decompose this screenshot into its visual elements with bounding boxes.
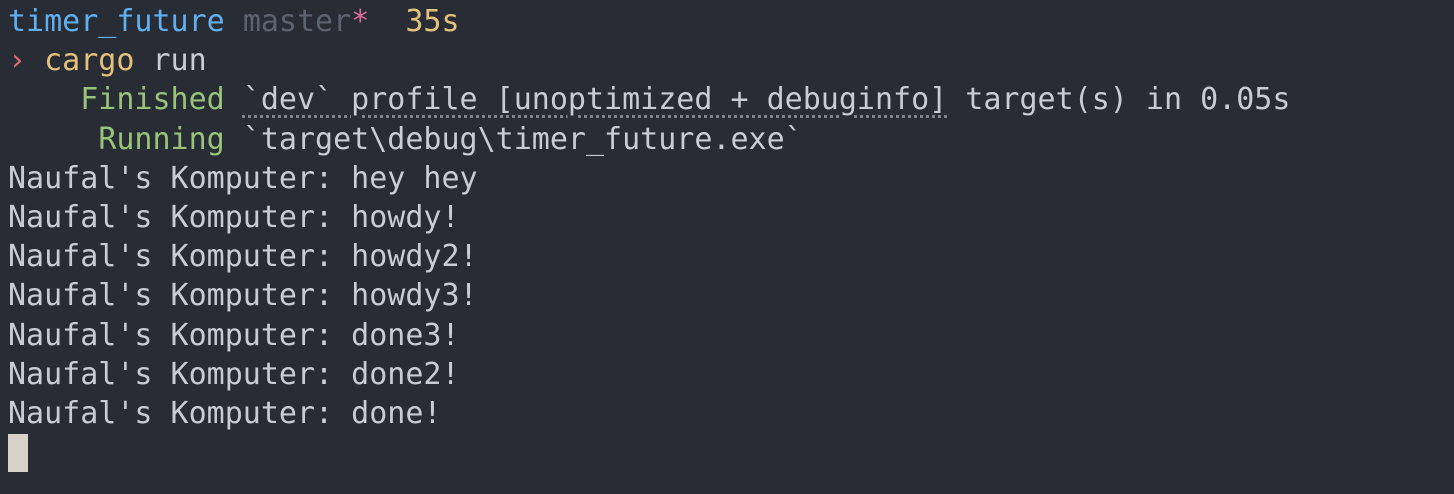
finished-label: Finished (80, 82, 225, 118)
text-cursor[interactable] (8, 434, 28, 473)
build-running-line: Running `target\debug\timer_future.exe` (8, 120, 1454, 159)
prompt-chevron-icon: › (8, 43, 27, 79)
cursor-line (8, 433, 1454, 473)
output-line: Naufal's Komputer: howdy2! (8, 239, 478, 275)
running-path: `target\debug\timer_future.exe` (242, 121, 803, 157)
build-finished-line: Finished `dev` profile [unoptimized + de… (8, 80, 1454, 119)
prompt-line: timer_future master* 35s (8, 2, 1454, 41)
build-profile-link[interactable]: `dev` profile [unoptimized + debuginfo] (243, 82, 947, 117)
command-program: cargo (44, 43, 135, 79)
running-label: Running (98, 121, 225, 157)
output-line: Naufal's Komputer: done! (8, 395, 442, 431)
command-duration: 35s (405, 4, 460, 39)
output-line: Naufal's Komputer: done3! (8, 317, 460, 353)
terminal-window[interactable]: timer_future master* 35s › cargo run Fin… (0, 0, 1454, 494)
git-dirty-marker: * (351, 4, 370, 39)
output-line: Naufal's Komputer: howdy! (8, 199, 460, 235)
finished-summary: target(s) in 0.05s (965, 82, 1291, 118)
output-line: Naufal's Komputer: howdy3! (8, 278, 478, 314)
git-branch: master (242, 4, 352, 39)
command-args: run (152, 43, 207, 79)
output-line: Naufal's Komputer: hey hey (8, 160, 478, 196)
command-line: › cargo run (8, 41, 1454, 80)
prompt-directory: timer_future (8, 4, 225, 39)
output-line: Naufal's Komputer: done2! (8, 356, 460, 392)
